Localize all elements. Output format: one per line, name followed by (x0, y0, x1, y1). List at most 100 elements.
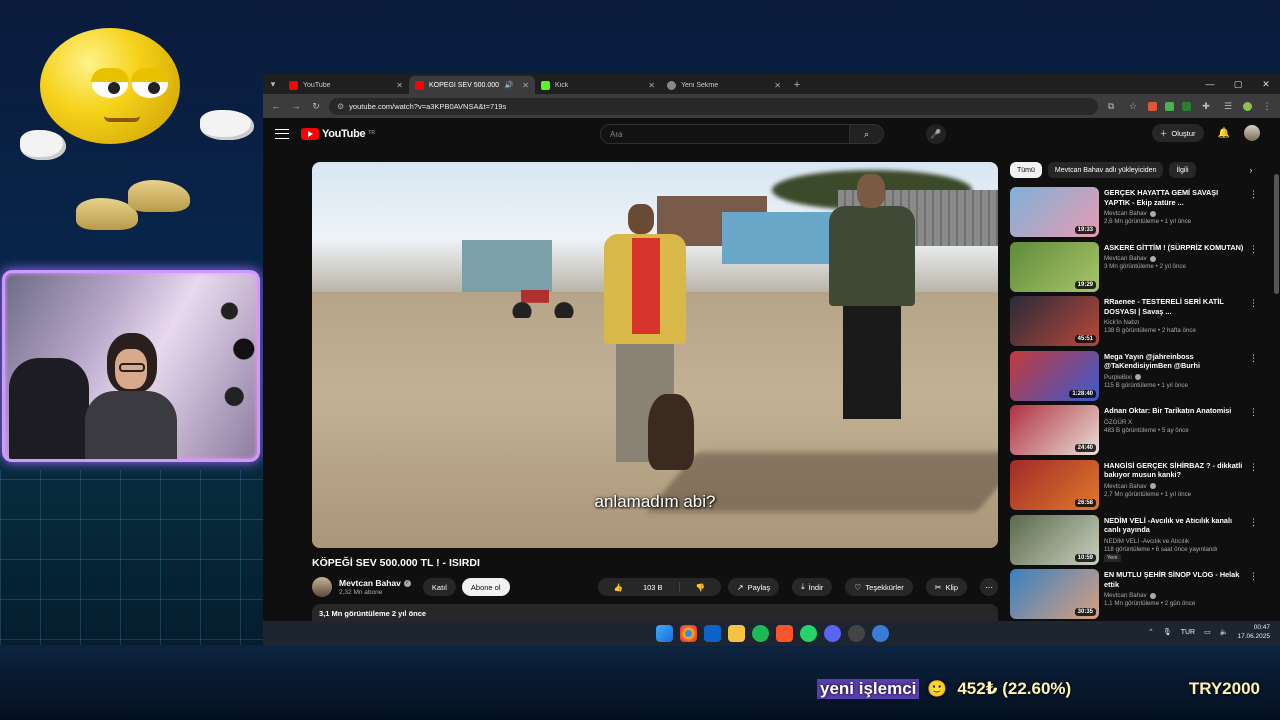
notification-bell-icon[interactable]: 🔔 (1218, 128, 1230, 139)
video-thumbnail[interactable]: 10:59 (1010, 514, 1099, 565)
address-bar[interactable]: ⚙ youtube.com/watch?v=a3KPB0AVNSA&t=719s (329, 97, 1098, 115)
tab-kick[interactable]: Kick ✕ (535, 76, 661, 94)
recommendation-item[interactable]: 26:58 HANGİSİ GERÇEK SİHİRBAZ ? - dikkatl… (1010, 459, 1258, 511)
speaker-icon[interactable]: 🔊 (505, 81, 514, 89)
more-vert-icon[interactable]: ⋮ (1249, 462, 1258, 473)
recommendation-item[interactable]: 1:28:40 Mega Yayın @jahreinboss @TaKendis… (1010, 350, 1258, 402)
chip-related[interactable]: İlgili (1169, 162, 1196, 178)
extension-icon[interactable] (1148, 101, 1157, 111)
thanks-button[interactable]: ♡ Teşekkürler (845, 578, 913, 596)
recommendation-title[interactable]: Adnan Oktar: Bir Tarikatın Anatomisi (1104, 406, 1244, 416)
bookmark-star-icon[interactable]: ☆ (1126, 99, 1140, 113)
recommendation-item[interactable]: 19:29 ASKERE GİTTİM ! (SÜRPRİZ KOMUTAN) Me… (1010, 241, 1258, 293)
clock[interactable]: 00:47 17.06.2025 (1237, 623, 1270, 641)
microphone-icon[interactable]: 🎤 (926, 124, 946, 144)
extra-app-icon[interactable] (872, 625, 889, 642)
download-button[interactable]: ⤓ İndir (792, 578, 833, 596)
more-horiz-icon[interactable]: ⋯ (980, 578, 998, 596)
recommendation-item[interactable]: 24:40 Adnan Oktar: Bir Tarikatın Anatomis… (1010, 405, 1258, 456)
youtube-logo[interactable]: YouTube TR (301, 128, 375, 140)
profile-icon[interactable] (1243, 101, 1252, 111)
whatsapp-icon[interactable] (800, 625, 817, 642)
discord-icon[interactable] (824, 625, 841, 642)
recommendation-channel[interactable]: NEDİM VELİ -Avcılık ve Atıcılık (1104, 538, 1244, 545)
share-button[interactable]: ↗ Paylaş (727, 578, 780, 596)
page-scrollbar[interactable] (1274, 174, 1279, 294)
chip-all[interactable]: Tümü (1010, 162, 1042, 178)
close-icon[interactable]: ✕ (522, 81, 529, 90)
more-vert-icon[interactable]: ⋮ (1249, 517, 1258, 528)
more-vert-icon[interactable]: ⋮ (1249, 407, 1258, 418)
reload-icon[interactable]: ↻ (309, 99, 323, 113)
recommendation-title[interactable]: NEDİM VELİ -Avcılık ve Atıcılık kanalı c… (1104, 516, 1244, 535)
game-icon[interactable] (848, 625, 865, 642)
more-vert-icon[interactable]: ⋮ (1249, 571, 1258, 582)
recommendation-title[interactable]: Mega Yayın @jahreinboss @TaKendisiyimBen… (1104, 352, 1244, 371)
back-arrow-icon[interactable]: ← (269, 99, 283, 113)
recommendation-title[interactable]: ASKERE GİTTİM ! (SÜRPRİZ KOMUTAN) (1104, 243, 1244, 253)
chevron-right-icon[interactable]: › (1244, 165, 1258, 175)
search-input[interactable]: Ara (600, 124, 850, 144)
recommendation-channel[interactable]: Kick'in Nabzı (1104, 319, 1244, 326)
windows-start-icon[interactable] (656, 625, 673, 642)
forward-arrow-icon[interactable]: → (289, 99, 303, 113)
video-player[interactable]: anlamadım abi? (312, 162, 998, 548)
more-vert-icon[interactable]: ⋮ (1249, 353, 1258, 364)
minimize-icon[interactable]: — (1196, 74, 1224, 94)
chip-from-uploader[interactable]: Mevtcan Bahav adlı yükleyiciden (1047, 162, 1164, 178)
recommendation-title[interactable]: EN MUTLU ŞEHİR SİNOP VLOG - Helak ettik (1104, 570, 1244, 589)
network-icon[interactable]: ▭ (1204, 628, 1211, 636)
search-icon[interactable]: ⌕ (850, 124, 884, 144)
reading-list-icon[interactable]: ☰ (1221, 99, 1235, 113)
recommendation-item[interactable]: 45:51 RRaenee - TESTERELİ SERİ KATİL DOSY… (1010, 296, 1258, 347)
extension-icon[interactable] (1182, 101, 1191, 111)
create-button[interactable]: ＋ Oluştur (1151, 124, 1204, 142)
join-button[interactable]: Katıl (422, 578, 456, 596)
recommendation-title[interactable]: GERÇEK HAYATTA GEMİ SAVAŞI YAPTIK - Ekip… (1104, 188, 1244, 207)
recommendation-channel[interactable]: Mevtcan Bahav (1104, 255, 1244, 262)
recommendation-title[interactable]: HANGİSİ GERÇEK SİHİRBAZ ? - dikkatli bak… (1104, 461, 1244, 480)
spotify-icon[interactable] (752, 625, 769, 642)
microphone-icon[interactable]: 🎙 (1163, 628, 1172, 636)
account-avatar[interactable] (1244, 125, 1260, 141)
install-app-icon[interactable]: ⧉ (1104, 99, 1118, 113)
recommendation-item[interactable]: 19:33 GERÇEK HAYATTA GEMİ SAVAŞI YAPTIK -… (1010, 187, 1258, 238)
outlook-icon[interactable] (704, 625, 721, 642)
video-thumbnail[interactable]: 24:40 (1010, 405, 1099, 456)
volume-icon[interactable]: 🔈 (1220, 628, 1229, 636)
language-indicator[interactable]: TUR (1181, 629, 1195, 636)
subscribe-button[interactable]: Abone ol (461, 578, 510, 596)
more-vert-icon[interactable]: ⋮ (1249, 244, 1258, 255)
plus-icon[interactable]: + (787, 76, 807, 94)
like-button[interactable]: 👍 103 B (598, 578, 679, 596)
close-icon[interactable]: ✕ (648, 81, 655, 90)
dislike-button[interactable]: 👎 (680, 578, 721, 596)
tab-search-menu-icon[interactable]: ▾ (263, 74, 283, 94)
recommendation-title[interactable]: RRaenee - TESTERELİ SERİ KATİL DOSYASI |… (1104, 297, 1244, 316)
video-thumbnail[interactable]: 26:58 (1010, 459, 1099, 510)
tab-new-tab[interactable]: Yeni Sekme ✕ (661, 76, 787, 94)
channel-avatar[interactable] (312, 577, 332, 597)
tab-video[interactable]: KÖPEĞİ SEV 500.000 TL ! - 🔊 ✕ (409, 76, 535, 94)
recommendation-channel[interactable]: Mevtcan Bahav (1104, 483, 1244, 490)
close-icon[interactable]: ✕ (774, 81, 781, 90)
recommendation-item[interactable]: 10:59 NEDİM VELİ -Avcılık ve Atıcılık kan… (1010, 514, 1258, 566)
brave-icon[interactable] (776, 625, 793, 642)
recommendation-channel[interactable]: Mevtcan Bahav (1104, 210, 1244, 217)
video-thumbnail[interactable]: 1:28:40 (1010, 350, 1099, 401)
recommendation-channel[interactable]: ÖZGÜR X (1104, 419, 1244, 426)
extensions-puzzle-icon[interactable]: ✚ (1199, 99, 1213, 113)
file-explorer-icon[interactable] (728, 625, 745, 642)
close-window-icon[interactable]: ✕ (1252, 74, 1280, 94)
video-thumbnail[interactable]: 30:35 (1010, 569, 1099, 620)
clip-button[interactable]: ✂ Klip (925, 578, 967, 596)
menu-icon[interactable] (275, 129, 289, 139)
chevron-up-icon[interactable]: ⌃ (1148, 628, 1154, 636)
more-vert-icon[interactable]: ⋮ (1249, 189, 1258, 200)
site-info-icon[interactable]: ⚙ (337, 102, 344, 111)
more-vert-icon[interactable]: ⋮ (1260, 99, 1274, 113)
recommendation-channel[interactable]: Mevtcan Bahav (1104, 592, 1244, 599)
maximize-icon[interactable]: ▢ (1224, 74, 1252, 94)
video-thumbnail[interactable]: 45:51 (1010, 296, 1099, 347)
video-thumbnail[interactable]: 19:33 (1010, 187, 1099, 237)
